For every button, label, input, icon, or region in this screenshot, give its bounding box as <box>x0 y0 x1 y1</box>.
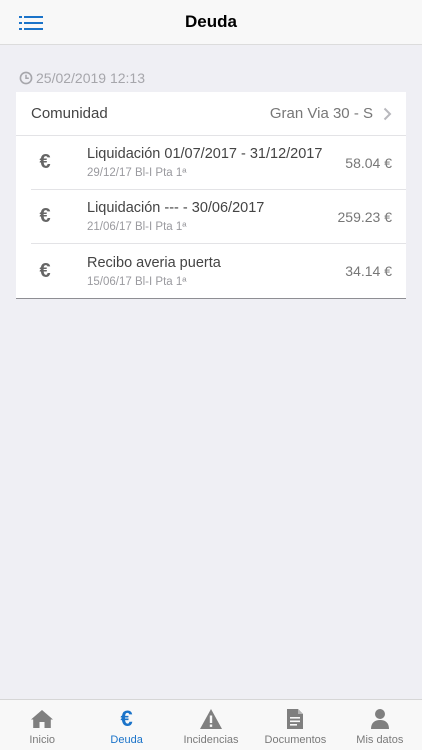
debt-item-amount: 259.23 € <box>337 208 393 225</box>
community-label: Comunidad <box>31 105 108 122</box>
tab-incidencias[interactable]: Incidencias <box>169 700 253 750</box>
euro-icon: € <box>39 151 51 173</box>
tab-bar: Inicio € Deuda Incidencias Documentos Mi… <box>0 699 422 750</box>
warning-icon <box>199 708 223 730</box>
debt-item-amount: 34.14 € <box>345 263 392 279</box>
timestamp-text: 25/02/2019 12:13 <box>36 70 145 86</box>
clock-icon <box>19 71 33 85</box>
debt-item-title: Recibo averia puerta <box>87 254 221 271</box>
community-value-group: Gran Via 30 - S <box>270 105 392 122</box>
debt-item-text: Recibo averia puerta 15/06/17 Bl-I Pta 1… <box>87 255 345 288</box>
tab-deuda[interactable]: € Deuda <box>84 700 168 750</box>
list-icon <box>19 16 43 30</box>
debt-item-subtitle: 21/06/17 Bl-I Pta 1ª <box>87 221 187 233</box>
update-timestamp: 25/02/2019 12:13 <box>19 70 145 86</box>
debt-item[interactable]: € Liquidación --- - 30/06/2017 21/06/17 … <box>31 190 406 244</box>
community-selector[interactable]: Comunidad Gran Via 30 - S <box>16 92 406 136</box>
community-value: Gran Via 30 - S <box>269 105 373 122</box>
debt-item-title: Liquidación 01/07/2017 - 31/12/2017 <box>87 146 323 162</box>
debt-item[interactable]: € Liquidación 01/07/2017 - 31/12/2017 29… <box>31 136 406 190</box>
debt-item-amount: 58.04 € <box>345 154 392 171</box>
tab-mis-datos[interactable]: Mis datos <box>338 700 422 750</box>
chevron-right-icon <box>383 107 392 120</box>
debt-item-text: Liquidación --- - 30/06/2017 21/06/17 Bl… <box>87 200 338 233</box>
user-icon <box>370 708 390 730</box>
tab-label: Incidencias <box>183 734 239 746</box>
debt-item-title: Liquidación --- - 30/06/2017 <box>87 200 265 216</box>
euro-icon: € <box>39 205 51 227</box>
debt-item-text: Liquidación 01/07/2017 - 31/12/2017 29/1… <box>87 146 345 179</box>
tab-label: Mis datos <box>356 734 404 746</box>
tab-label: Documentos <box>264 734 327 746</box>
debt-card: Comunidad Gran Via 30 - S € Liquidación … <box>16 92 406 299</box>
tab-label: Inicio <box>29 734 56 746</box>
debt-item[interactable]: € Recibo averia puerta 15/06/17 Bl-I Pta… <box>31 244 406 298</box>
tab-label: Deuda <box>110 734 143 746</box>
euro-icon: € <box>120 706 133 731</box>
menu-button[interactable] <box>19 13 43 33</box>
euro-icon: € <box>39 259 51 282</box>
nav-header: Deuda <box>0 0 422 45</box>
page-title: Deuda <box>185 12 237 31</box>
tab-documentos[interactable]: Documentos <box>253 700 337 750</box>
debt-item-subtitle: 15/06/17 Bl-I Pta 1ª <box>87 275 187 288</box>
tab-inicio[interactable]: Inicio <box>0 700 84 750</box>
document-icon <box>286 708 304 730</box>
debt-item-subtitle: 29/12/17 Bl-I Pta 1ª <box>87 167 187 179</box>
home-icon <box>30 708 54 730</box>
